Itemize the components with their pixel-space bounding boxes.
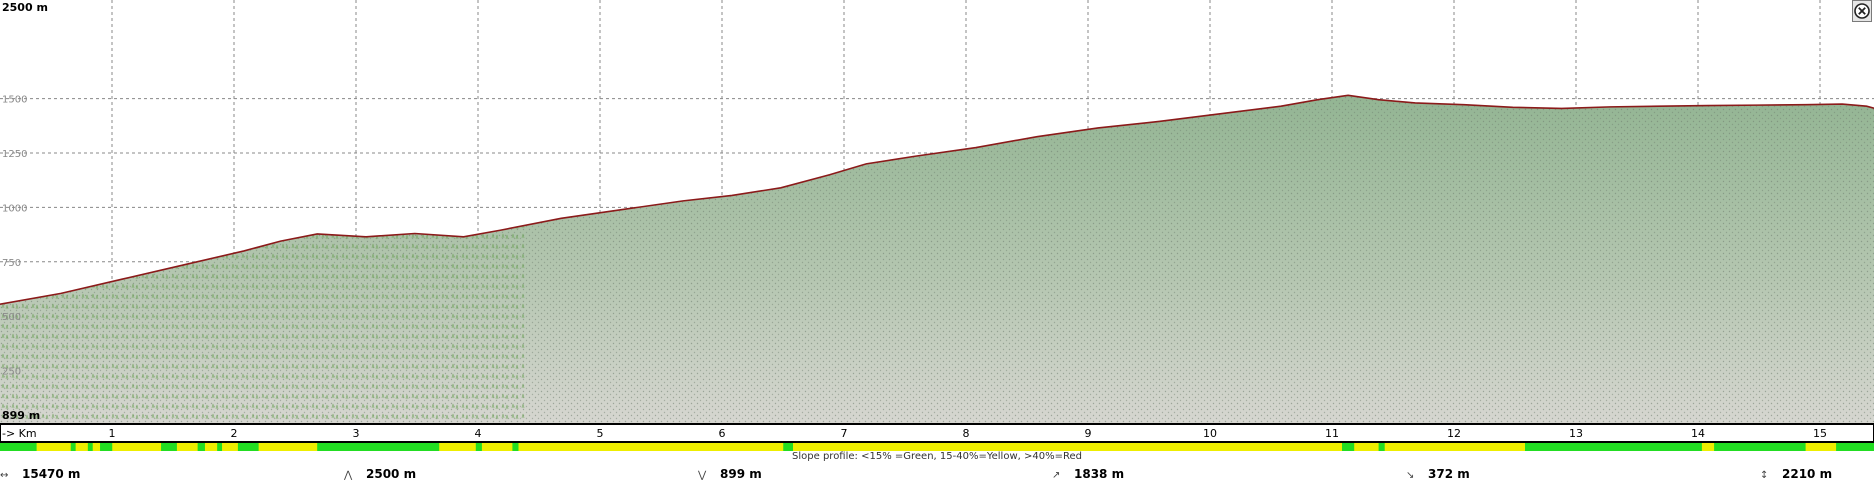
x-tick-label-12: 12 (1447, 427, 1461, 440)
slope-segment-green-10 (512, 443, 519, 451)
slope-segment-green-14 (1525, 443, 1702, 451)
slope-segment-green-3 (100, 443, 113, 451)
close-button[interactable] (1852, 0, 1872, 22)
min-elevation-icon: ⋁ (698, 470, 707, 481)
slope-segment-green-7 (237, 443, 259, 451)
x-tick-label-14: 14 (1691, 427, 1705, 440)
slope-segment-green-5 (197, 443, 205, 451)
stat-total-descent: ↘ 372 m (1406, 466, 1470, 484)
slope-profile-legend: Slope profile: <15% =Green, 15-40%=Yello… (792, 451, 1082, 462)
slope-segment-green-12 (1342, 443, 1355, 451)
x-tick-label-10: 10 (1203, 427, 1217, 440)
slope-segment-green-4 (161, 443, 177, 451)
stat-elevation-range-value: 2210 m (1782, 467, 1833, 481)
x-tick-label-1: 1 (109, 427, 116, 440)
x-tick-label-4: 4 (475, 427, 482, 440)
x-axis-unit-label: -> Km (2, 427, 37, 440)
stat-distance: ↔ 15470 m (0, 466, 80, 484)
y-tick-label-750: 750 (2, 258, 21, 269)
y-tick-label-1500: 1500 (2, 95, 27, 106)
y-axis-min-label: 899 m (2, 409, 40, 422)
total-descent-icon: ↘ (1406, 470, 1415, 481)
stat-elevation-range: ↕ 2210 m (1760, 466, 1832, 484)
x-tick-label-7: 7 (841, 427, 848, 440)
x-tick-label-3: 3 (353, 427, 360, 440)
max-elevation-icon: ⋀ (344, 470, 353, 481)
stat-min-elevation-value: 899 m (720, 467, 762, 481)
elevation-profile-chart: 250 500 750 1000 1250 1500 2500 m 899 m -> Km… (0, 0, 1874, 451)
stat-max-elevation-value: 2500 m (366, 467, 417, 481)
close-icon (1854, 3, 1870, 19)
y-tick-label-1000: 1000 (2, 203, 27, 214)
slope-segment-green-8 (317, 443, 440, 451)
x-tick-label-13: 13 (1569, 427, 1583, 440)
y-tick-label-250: 250 (2, 367, 21, 378)
km-axis-bar (0, 423, 1874, 443)
slope-segment-green-11 (783, 443, 793, 451)
x-tick-label-2: 2 (231, 427, 238, 440)
x-tick-label-6: 6 (719, 427, 726, 440)
x-tick-label-11: 11 (1325, 427, 1339, 440)
total-ascent-icon: ↗ (1052, 470, 1061, 481)
slope-segment-green-16 (1836, 443, 1874, 451)
y-tick-label-1250: 1250 (2, 149, 27, 160)
slope-segment-green-1 (70, 443, 76, 451)
slope-segment-green-13 (1378, 443, 1385, 451)
x-tick-label-5: 5 (597, 427, 604, 440)
terrain-area (0, 94, 1874, 423)
x-tick-label-9: 9 (1085, 427, 1092, 440)
slope-segment-green-2 (87, 443, 93, 451)
stat-min-elevation: ⋁ 899 m (698, 466, 762, 484)
stat-max-elevation: ⋀ 2500 m (344, 466, 416, 484)
elevation-range-icon: ↕ (1760, 470, 1769, 481)
stat-total-descent-value: 372 m (1428, 467, 1470, 481)
stat-distance-value: 15470 m (22, 467, 81, 481)
y-axis-max-label: 2500 m (2, 1, 48, 14)
stat-total-ascent-value: 1838 m (1074, 467, 1125, 481)
stat-total-ascent: ↗ 1838 m (1052, 466, 1124, 484)
meadow-texture (0, 95, 525, 423)
slope-segment-green-9 (475, 443, 482, 451)
slope-profile-bar (0, 443, 1874, 451)
y-tick-label-500: 500 (2, 312, 21, 323)
x-tick-label-8: 8 (963, 427, 970, 440)
x-tick-label-15: 15 (1813, 427, 1827, 440)
distance-icon: ↔ (0, 470, 9, 481)
slope-segment-green-6 (217, 443, 223, 451)
slope-segment-green-15 (1714, 443, 1806, 451)
slope-segment-green-0 (0, 443, 37, 451)
